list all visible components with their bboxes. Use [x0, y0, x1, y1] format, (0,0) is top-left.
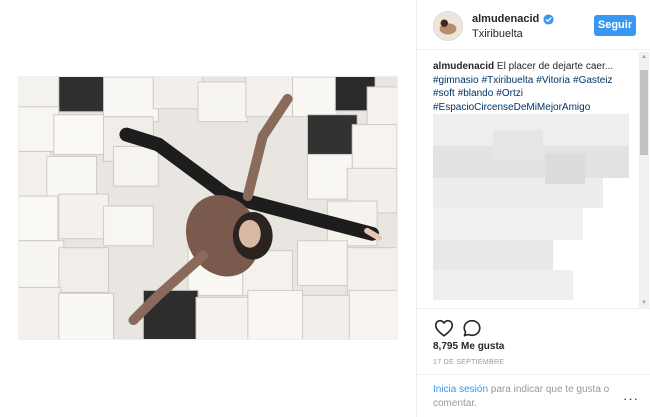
login-text: Inicia sesión para indicar que te gusta … — [433, 383, 613, 411]
post-date: 17 de septiembre — [433, 359, 505, 366]
avatar-image — [434, 12, 462, 40]
follow-button[interactable]: Seguir — [594, 15, 636, 36]
photo-pane — [0, 0, 416, 417]
comments-scrollbar[interactable]: ▲ ▼ — [639, 52, 649, 308]
hashtag-link[interactable]: #blando — [458, 88, 494, 99]
hashtag-link[interactable]: #Ortzi — [496, 88, 523, 99]
hashtag-link[interactable]: #EspacioCircenseDeMiMejorAmigo — [433, 102, 590, 113]
scroll-down-arrow-icon[interactable]: ▼ — [639, 298, 649, 308]
hashtag-link[interactable]: #Vitoria — [536, 75, 570, 86]
likes-label: Me gusta — [461, 341, 505, 352]
scroll-thumb[interactable] — [640, 70, 648, 155]
hashtag-link[interactable]: #Txiribuelta — [482, 75, 534, 86]
verified-badge-icon — [543, 13, 554, 25]
location-link[interactable]: Txiribuelta — [472, 28, 523, 40]
blurred-comments — [433, 114, 629, 304]
post-sidebar: almudenacid Txiribuelta Seguir almudenac… — [416, 0, 650, 417]
hashtag-list: #gimnasio #Txiribuelta #Vitoria #Gasteiz #s… — [433, 74, 641, 115]
caption-text: El placer de dejarte caer... — [496, 61, 614, 72]
login-prompt: Inicia sesión para indicar que te gusta … — [417, 374, 650, 417]
likes-number: 8,795 — [433, 341, 459, 352]
more-dots-icon[interactable]: ··· — [623, 391, 639, 406]
hashtag-link[interactable]: #gimnasio — [433, 75, 479, 86]
foam-pit-photo — [19, 77, 397, 339]
caption: almudenacid El placer de dejarte caer... — [433, 60, 641, 74]
post-actions: 8,795 Me gusta 17 de septiembre — [417, 308, 650, 374]
avatar[interactable] — [433, 11, 463, 41]
username[interactable]: almudenacid — [472, 13, 539, 25]
comment-bubble-icon[interactable] — [461, 317, 483, 339]
heart-outline-icon[interactable] — [433, 317, 455, 339]
hashtag-link[interactable]: #soft — [433, 88, 455, 99]
post-photo[interactable] — [18, 76, 398, 340]
scroll-up-arrow-icon[interactable]: ▲ — [639, 52, 649, 62]
login-link[interactable]: Inicia sesión — [433, 384, 488, 395]
post-header: almudenacid Txiribuelta Seguir — [417, 0, 650, 50]
caption-username[interactable]: almudenacid — [433, 61, 494, 72]
likes-count[interactable]: 8,795 Me gusta — [433, 341, 504, 352]
username-line: almudenacid — [472, 13, 554, 25]
hashtag-link[interactable]: #Gasteiz — [573, 75, 612, 86]
